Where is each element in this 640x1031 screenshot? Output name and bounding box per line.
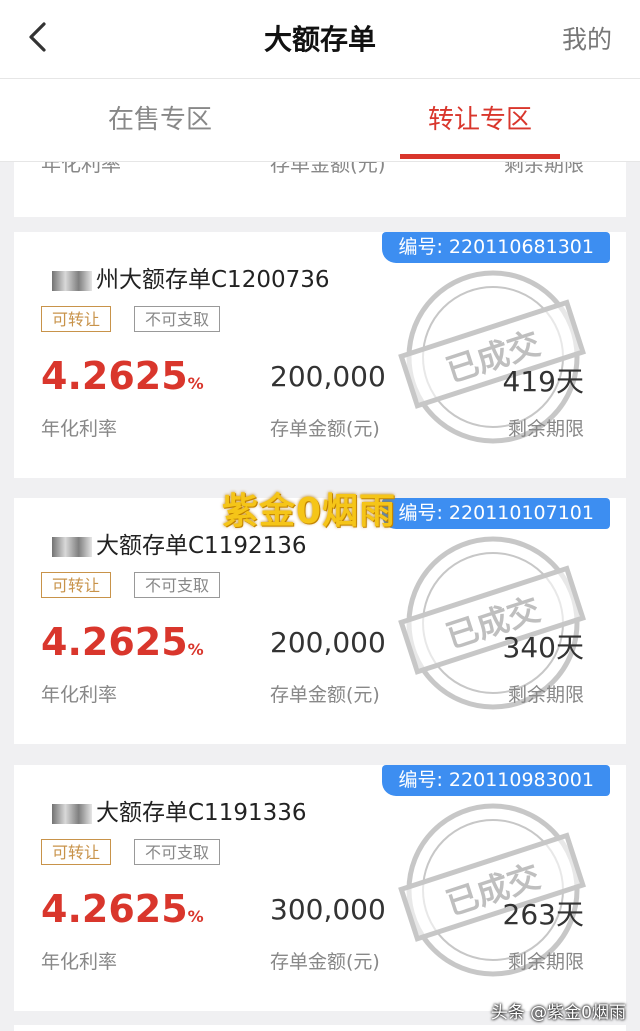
no-withdraw-tag: 不可支取 — [134, 839, 221, 865]
product-name: 州大额存单C1200736 — [52, 260, 330, 294]
tab-transfer[interactable]: 转让专区 — [320, 79, 640, 161]
term-label: 剩余期限 — [507, 951, 584, 973]
amount-value: 300,000 — [270, 893, 386, 926]
transferable-tag: 可转让 — [41, 306, 112, 332]
product-name-text: 大额存单C1192136 — [96, 533, 307, 559]
rate-value: 4.2625% — [41, 354, 204, 398]
transferable-tag: 可转让 — [41, 572, 112, 598]
rate-label: 年化利率 — [41, 951, 118, 973]
term-label: 剩余期限 — [507, 684, 584, 706]
no-withdraw-tag: 不可支取 — [134, 572, 221, 598]
product-name-text: 州大额存单C1200736 — [96, 267, 330, 293]
term-value: 263天 — [502, 898, 584, 931]
term-label: 剩余期限 — [504, 162, 584, 176]
rate-value: 4.2625% — [41, 887, 204, 931]
amount-label: 存单金额(元) — [270, 951, 380, 973]
rate-label: 年化利率 — [41, 418, 118, 440]
term-value: 419天 — [502, 365, 584, 398]
amount-label: 存单金额(元) — [270, 418, 380, 440]
rate-number: 4.2625 — [41, 887, 188, 931]
no-withdraw-tag: 不可支取 — [134, 306, 221, 332]
transferable-tag: 可转让 — [41, 839, 112, 865]
rate-unit: % — [187, 907, 204, 926]
rate-number: 4.2625 — [41, 620, 188, 664]
tab-on-sale[interactable]: 在售专区 — [0, 79, 320, 161]
amount-value: 200,000 — [270, 360, 386, 393]
rate-unit: % — [187, 374, 204, 393]
masked-text — [52, 536, 92, 557]
top-bar: 大额存单 我的 — [0, 0, 640, 79]
deposit-card-next[interactable] — [14, 1025, 626, 1031]
serial-badge: 编号: 220110107101 — [382, 498, 610, 529]
masked-text — [52, 270, 92, 291]
rate-label: 年化利率 — [41, 684, 118, 706]
amount-value: 200,000 — [270, 626, 386, 659]
deposit-card[interactable]: 已成交 编号: 220110681301 州大额存单C1200736 可转让 不… — [14, 232, 626, 478]
masked-text — [52, 803, 92, 824]
deposit-card[interactable]: 已成交 编号: 220110983001 大额存单C1191336 可转让 不可… — [14, 765, 626, 1011]
deposit-card-partial[interactable]: 年化利率 存单金额(元) 剩余期限 — [14, 162, 626, 217]
my-link[interactable]: 我的 — [562, 20, 612, 56]
product-name: 大额存单C1191336 — [52, 793, 307, 827]
footer-watermark: 头条 @紫金0烟雨 — [490, 1003, 626, 1023]
active-tab-indicator — [400, 154, 560, 159]
tab-bar: 在售专区 转让专区 — [0, 79, 640, 162]
overlay-watermark: 紫金0烟雨 — [222, 491, 397, 532]
serial-badge: 编号: 220110681301 — [382, 232, 610, 263]
serial-badge: 编号: 220110983001 — [382, 765, 610, 796]
term-label: 剩余期限 — [507, 418, 584, 440]
rate-unit: % — [187, 640, 204, 659]
deposit-card[interactable]: 已成交 编号: 220110107101 大额存单C1192136 可转让 不可… — [14, 498, 626, 744]
amount-label: 存单金额(元) — [270, 162, 386, 176]
rate-number: 4.2625 — [41, 354, 188, 398]
page-title: 大额存单 — [263, 23, 376, 56]
term-value: 340天 — [502, 631, 584, 664]
rate-label: 年化利率 — [41, 162, 121, 176]
amount-label: 存单金额(元) — [270, 684, 380, 706]
product-name-text: 大额存单C1191336 — [96, 800, 307, 826]
rate-value: 4.2625% — [41, 620, 204, 664]
back-arrow-icon[interactable] — [22, 20, 56, 54]
